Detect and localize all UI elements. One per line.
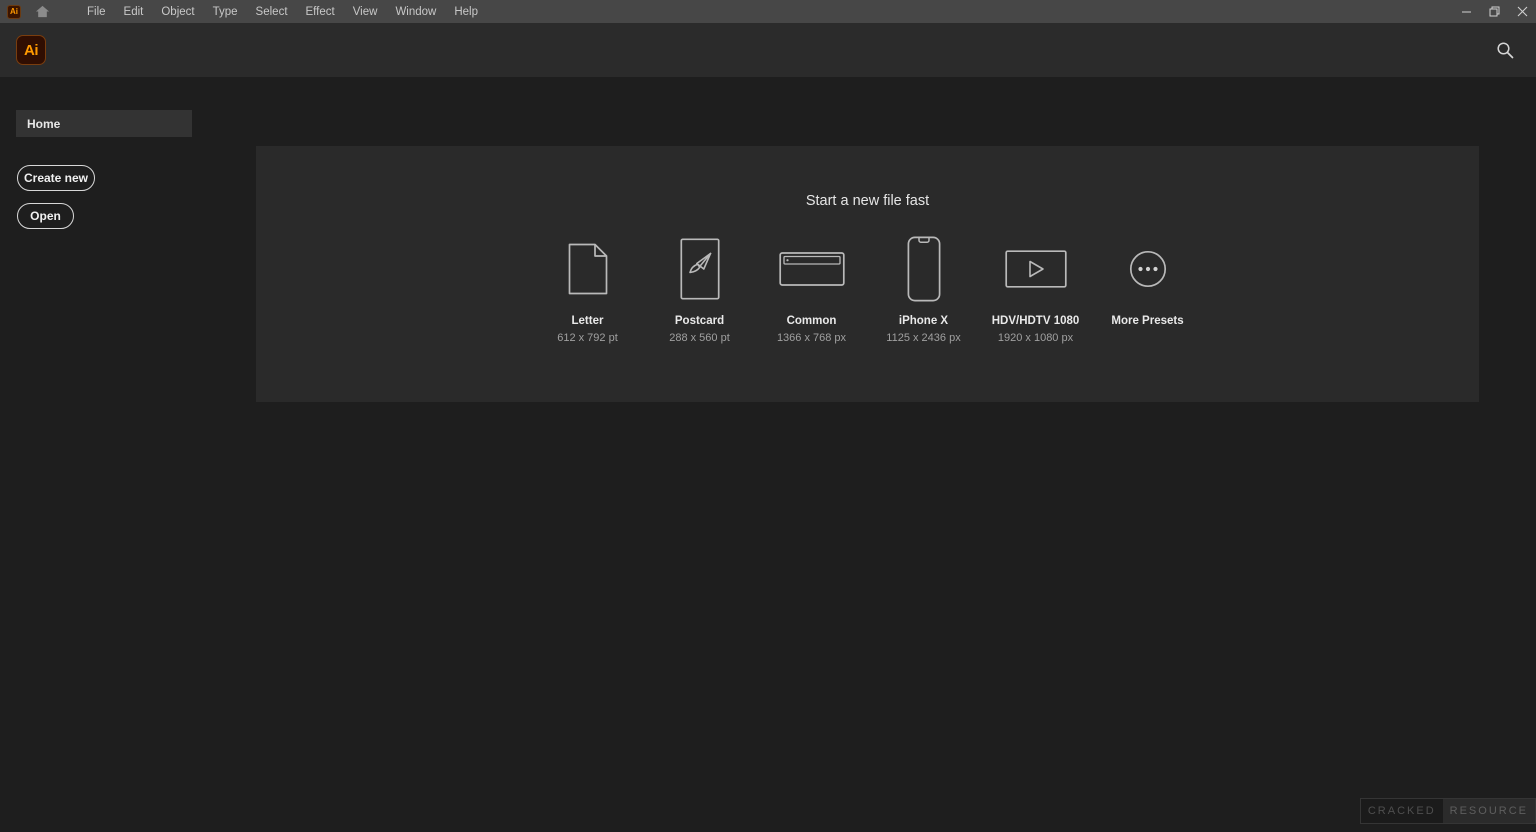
menu-item-select[interactable]: Select [247, 3, 297, 21]
document-icon [568, 235, 608, 303]
preset-list: Letter 612 x 792 pt Postcard 288 x 560 p… [256, 235, 1479, 344]
preset-postcard[interactable]: Postcard 288 x 560 pt [644, 235, 756, 344]
preset-label: HDV/HDTV 1080 [991, 315, 1080, 327]
illustrator-logo-text: Ai [24, 41, 39, 59]
app-logo-icon: Ai [7, 4, 21, 19]
preset-size: 1920 x 1080 px [997, 332, 1074, 344]
preset-iphone-x[interactable]: iPhone X 1125 x 2436 px [868, 235, 980, 344]
preset-label: Postcard [674, 315, 725, 327]
app-logo-text: Ai [10, 6, 18, 16]
browser-window-icon [778, 235, 845, 303]
create-new-button[interactable]: Create new [17, 165, 95, 191]
open-button[interactable]: Open [17, 203, 74, 229]
preset-common[interactable]: Common 1366 x 768 px [756, 235, 868, 344]
panel-title: Start a new file fast [805, 193, 930, 209]
preset-size: 288 x 560 pt [669, 332, 730, 344]
watermark-part-two: RESOURCE [1442, 799, 1535, 823]
sidebar-item-label: Home [27, 116, 61, 131]
search-icon[interactable] [1492, 37, 1518, 63]
illustrator-logo-icon: Ai [16, 35, 46, 65]
create-new-label: Create new [23, 171, 89, 185]
preset-label: Common [786, 315, 837, 327]
minimize-button[interactable] [1452, 0, 1480, 23]
home-icon[interactable] [34, 4, 50, 20]
menu-item-file[interactable]: File [78, 3, 115, 21]
phone-icon [907, 235, 941, 303]
sidebar-item-home[interactable]: Home [16, 110, 192, 137]
preset-size: 1366 x 768 px [776, 332, 847, 344]
preset-letter[interactable]: Letter 612 x 792 pt [532, 235, 644, 344]
start-new-file-panel: Start a new file fast Letter 612 x 792 p… [256, 146, 1479, 402]
menu-item-window[interactable]: Window [386, 3, 445, 21]
menu-item-effect[interactable]: Effect [297, 3, 344, 21]
ellipsis-circle-icon [1129, 235, 1167, 303]
sidebar: Home Create new Open [0, 77, 256, 832]
paintbrush-icon [679, 235, 720, 303]
menu-item-help[interactable]: Help [445, 3, 487, 21]
watermark-part-one: CRACKED [1360, 799, 1443, 823]
window-controls [1452, 0, 1536, 23]
preset-label: More Presets [1111, 315, 1184, 327]
preset-label: Letter [571, 315, 604, 327]
close-button[interactable] [1508, 0, 1536, 23]
menu-bar: File Edit Object Type Select Effect View… [78, 3, 487, 21]
preset-size: 1125 x 2436 px [886, 332, 961, 344]
app-header: Ai [0, 23, 1536, 77]
video-play-icon [1004, 235, 1067, 303]
restore-button[interactable] [1480, 0, 1508, 23]
preset-more-presets[interactable]: More Presets [1092, 235, 1204, 332]
open-label: Open [30, 209, 61, 223]
title-bar: Ai File Edit Object Type Select Effect V… [0, 0, 1536, 23]
menu-item-type[interactable]: Type [204, 3, 247, 21]
preset-hdv-hdtv-1080[interactable]: HDV/HDTV 1080 1920 x 1080 px [980, 235, 1092, 344]
preset-size: 612 x 792 pt [557, 332, 618, 344]
preset-label: iPhone X [898, 315, 949, 327]
menu-item-edit[interactable]: Edit [115, 3, 153, 21]
menu-item-view[interactable]: View [344, 3, 387, 21]
menu-item-object[interactable]: Object [152, 3, 203, 21]
watermark: CRACKED RESOURCE [1359, 798, 1536, 824]
